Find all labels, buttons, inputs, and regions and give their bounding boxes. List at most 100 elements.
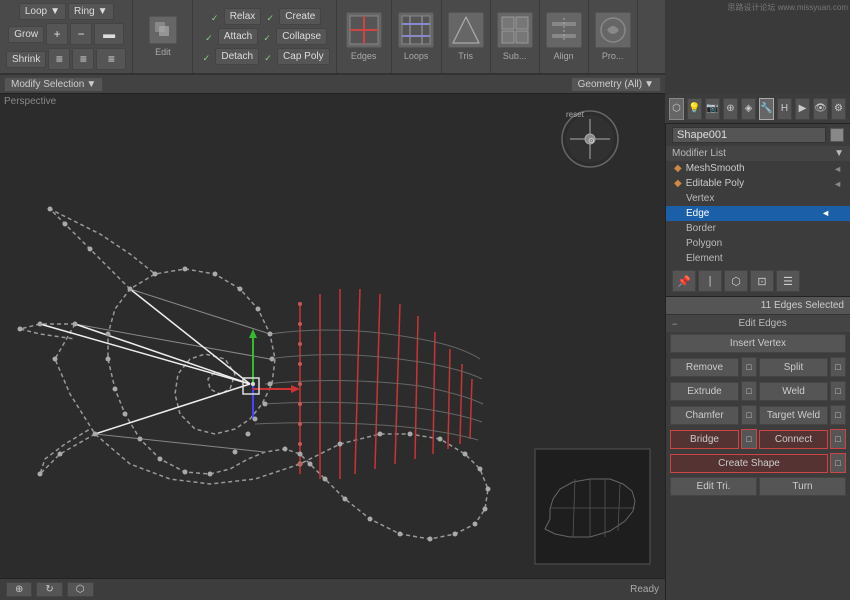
edit-icon [149, 16, 177, 44]
connect-settings[interactable]: □ [830, 429, 846, 449]
panel-icon-space[interactable]: ◈ [741, 98, 756, 120]
extrude-settings[interactable]: □ [741, 381, 757, 401]
move-up-icon[interactable]: | [698, 270, 722, 292]
loops-label: Loops [404, 51, 429, 61]
toolbar-row-2: Grow + − ▬ [8, 23, 124, 45]
sub-edge[interactable]: Edge ◄ [666, 206, 850, 221]
sub-polygon[interactable]: Polygon [666, 236, 850, 251]
sub-border[interactable]: Border [666, 221, 850, 236]
split-settings[interactable]: □ [830, 357, 846, 377]
insert-vertex-button[interactable]: Insert Vertex [670, 334, 846, 353]
sub-element[interactable]: Element [666, 251, 850, 266]
create-shape-button[interactable]: Create Shape [670, 454, 828, 473]
grow-minus-icon[interactable]: − [70, 23, 92, 45]
bottom-btn-1[interactable]: ⊕ [6, 582, 32, 597]
cappoly-checkmark [264, 50, 272, 64]
shape-color-box[interactable] [830, 128, 844, 142]
relax-button[interactable]: Relax [224, 8, 262, 25]
panel-icon-lights[interactable]: 💡 [687, 98, 702, 120]
collapse-button[interactable]: Collapse [276, 28, 327, 45]
connect-button[interactable]: Connect [759, 430, 828, 449]
detach-button[interactable]: Detach [215, 48, 259, 65]
attach-button[interactable]: Attach [218, 28, 258, 45]
panel-icon-shapes[interactable]: ⬡ [669, 98, 684, 120]
panel-icon-hierarchy[interactable]: H [777, 98, 792, 120]
modifier-editable-poly[interactable]: ◆ Editable Poly ◄ [666, 176, 850, 191]
shape-name-input[interactable] [672, 127, 826, 143]
cap-poly-button[interactable]: Cap Poly [277, 48, 330, 65]
toolbar-row-1: Loop ▼ Ring ▼ [19, 3, 114, 20]
extrude-button[interactable]: Extrude [670, 382, 739, 401]
insert-vertex-row: Insert Vertex [666, 332, 850, 355]
bottom-btn-2[interactable]: ↻ [36, 582, 62, 597]
edges-label: Edges [351, 51, 377, 61]
grow-icon2[interactable]: ▬ [94, 23, 124, 45]
create-checkmark [266, 10, 274, 24]
geometry-all-button[interactable]: Geometry (All) ▼ [571, 77, 661, 92]
bottom-bar: ⊕ ↻ ⬡ Ready [0, 578, 665, 600]
tris-label: Tris [458, 51, 473, 61]
edges-selected-bar: 11 Edges Selected [666, 297, 850, 315]
edge-label: Edge [686, 208, 709, 219]
shrink-icon2[interactable]: ≡ [72, 48, 94, 70]
ring-label: Ring [74, 6, 95, 17]
toolbar-row-3: Shrink ≡ ≡ ≡ [6, 48, 126, 70]
loops-icon [398, 12, 434, 48]
split-button[interactable]: Split [759, 358, 828, 377]
tris-section: Tris [442, 0, 491, 73]
panel-icon-modify[interactable]: 🔧 [759, 98, 774, 120]
meshsmooth-label: MeshSmooth [686, 163, 745, 174]
edit-edges-title: Edit Edges [681, 318, 844, 329]
edges-section: Edges [337, 0, 392, 73]
bridge-settings[interactable]: □ [741, 429, 757, 449]
edge-selected-icon: ◄ [821, 208, 830, 218]
bridge-button[interactable]: Bridge [670, 430, 739, 449]
panel-icon-motion[interactable]: ▶ [795, 98, 810, 120]
grow-plus-icon[interactable]: + [46, 23, 68, 45]
target-weld-settings[interactable]: □ [830, 405, 846, 425]
pipeline-icon[interactable]: ⬡ [724, 270, 748, 292]
panel-icon-display[interactable]: 👁 [813, 98, 828, 120]
turn-button[interactable]: Turn [759, 477, 846, 496]
panel-icon-row: 📌 | ⬡ ⊡ ☰ [666, 266, 850, 297]
loops-section: Loops [392, 0, 442, 73]
sub-label: Sub... [503, 51, 527, 61]
create-button[interactable]: Create [279, 8, 321, 25]
pin-stack-icon[interactable]: 📌 [672, 270, 696, 292]
relax-check-icon2 [263, 10, 277, 24]
relax-row: Relax Create [208, 8, 322, 25]
sub-vertex[interactable]: Vertex [666, 191, 850, 206]
create-shape-settings[interactable]: □ [830, 453, 846, 473]
modify-selection-button[interactable]: Modify Selection ▼ [4, 77, 103, 92]
shrink-icon1[interactable]: ≡ [48, 48, 70, 70]
viewport[interactable]: Perspective [0, 94, 665, 578]
chamfer-button[interactable]: Chamfer [670, 406, 739, 425]
align-icon [546, 12, 582, 48]
mini-preview [535, 449, 650, 564]
ring-button[interactable]: Ring ▼ [68, 3, 113, 20]
chamfer-settings[interactable]: □ [741, 405, 757, 425]
bottom-btn-3[interactable]: ⬡ [67, 582, 94, 597]
panel-icon-helpers[interactable]: ⊕ [723, 98, 738, 120]
right-panel: Modifier List ▼ ◆ MeshSmooth ◄ ◆ Editabl… [665, 124, 850, 600]
target-weld-button[interactable]: Target Weld [759, 406, 828, 425]
grow-button[interactable]: Grow [8, 26, 44, 43]
shrink-icon3[interactable]: ≡ [96, 48, 126, 70]
weld-button[interactable]: Weld [759, 382, 828, 401]
remove-settings[interactable]: □ [741, 357, 757, 377]
attach-check-icon [202, 30, 216, 44]
config-icon[interactable]: ☰ [776, 270, 800, 292]
loop-button[interactable]: Loop ▼ [19, 3, 66, 20]
panel-icon-camera[interactable]: 📷 [705, 98, 720, 120]
element-label: Element [686, 253, 723, 264]
remove-button[interactable]: Remove [670, 358, 739, 377]
edit-edges-header[interactable]: − Edit Edges [666, 315, 850, 332]
svg-text:reset: reset [566, 110, 585, 119]
show-end-icon[interactable]: ⊡ [750, 270, 774, 292]
remove-split-row: Remove □ Split □ [666, 355, 850, 379]
shrink-button[interactable]: Shrink [6, 51, 46, 68]
edit-tri-button[interactable]: Edit Tri. [670, 477, 757, 496]
weld-settings[interactable]: □ [830, 381, 846, 401]
modifier-meshsmooth[interactable]: ◆ MeshSmooth ◄ [666, 161, 850, 176]
panel-icon-utilities[interactable]: ⚙ [831, 98, 846, 120]
